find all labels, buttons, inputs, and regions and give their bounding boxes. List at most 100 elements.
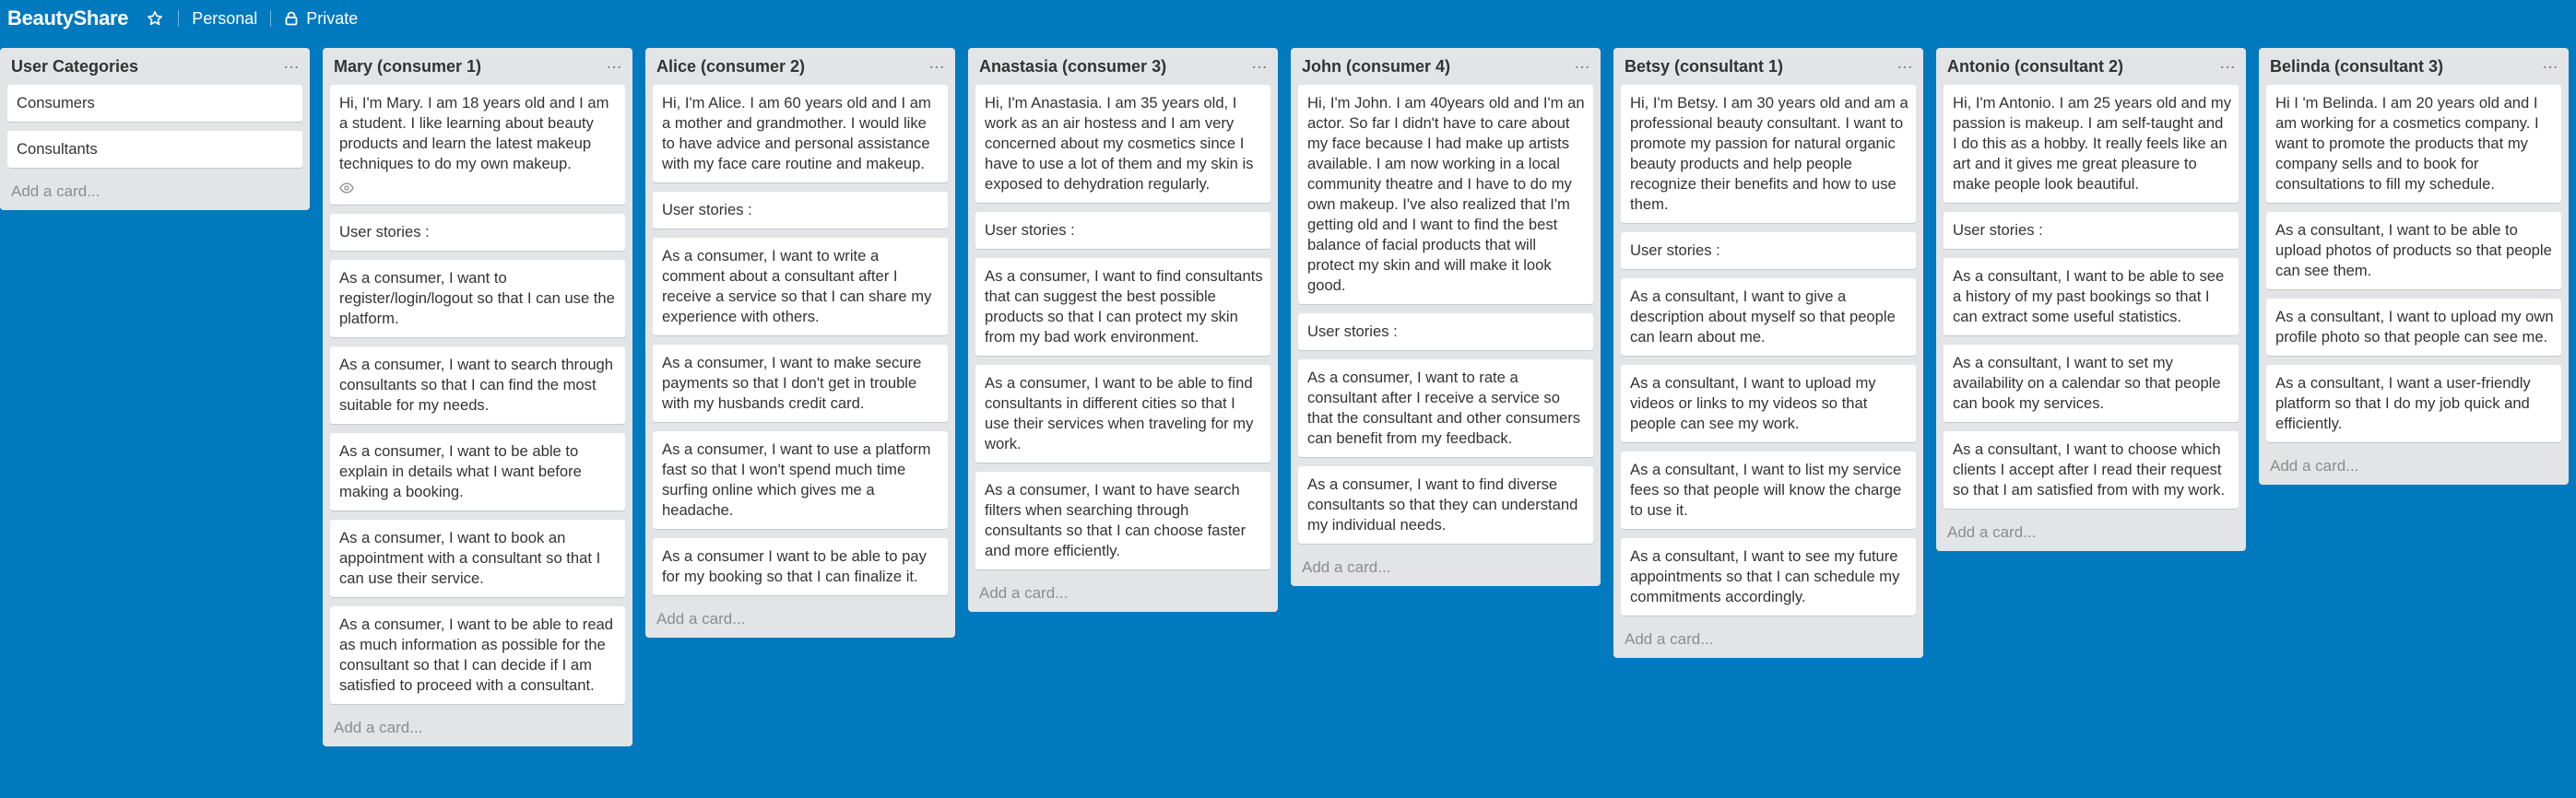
card-text: User stories : (1953, 221, 2043, 239)
card[interactable]: As a consultant, I want to give a descri… (1621, 278, 1916, 356)
list-title[interactable]: Alice (consumer 2) (656, 57, 805, 76)
card[interactable]: Hi, I'm Anastasia. I am 35 years old, I … (975, 85, 1270, 203)
card[interactable]: As a consultant, I want to upload my own… (2266, 299, 2561, 356)
lock-icon (285, 11, 298, 26)
card-text: As a consumer, I want to register/login/… (339, 269, 615, 327)
card[interactable]: Consumers (7, 85, 302, 122)
card-text: As a consultant, I want to set my availa… (1953, 354, 2221, 412)
list-title[interactable]: Anastasia (consumer 3) (979, 57, 1166, 76)
list-column: John (consumer 4) … Hi, I'm John. I am 40y… (1291, 48, 1601, 586)
board-title[interactable]: BeautyShare (7, 6, 129, 30)
add-card-button[interactable]: Add a card... (1944, 518, 2239, 544)
add-card-button[interactable]: Add a card... (975, 579, 1270, 604)
card[interactable]: As a consultant, I want to upload my vid… (1621, 365, 1916, 442)
add-card-button[interactable]: Add a card... (1621, 625, 1916, 651)
card[interactable]: As a consultant, I want to see my future… (1621, 538, 1916, 616)
list-title[interactable]: User Categories (11, 57, 138, 76)
visibility-button[interactable]: Private (284, 9, 358, 29)
card-text: User stories : (1307, 323, 1398, 340)
card-text: Hi, I'm Mary. I am 18 years old and I am… (339, 94, 609, 172)
card[interactable]: As a consumer, I want to have search fil… (975, 472, 1270, 569)
card-text: Hi, I'm Alice. I am 60 years old and I a… (662, 94, 931, 172)
card[interactable]: User stories : (975, 212, 1270, 249)
card[interactable]: Consultants (7, 131, 302, 168)
list-column: Mary (consumer 1) … Hi, I'm Mary. I am 18 … (323, 48, 632, 746)
card[interactable]: User stories : (1621, 232, 1916, 269)
card[interactable]: As a consultant, I want to be able to up… (2266, 212, 2561, 289)
card[interactable]: As a consultant, I want to choose which … (1944, 431, 2239, 509)
team-button[interactable]: Personal (192, 9, 257, 29)
list-title[interactable]: Betsy (consultant 1) (1625, 57, 1783, 76)
card[interactable]: User stories : (653, 192, 948, 229)
list-menu-icon[interactable]: … (1897, 54, 1914, 75)
add-card-button[interactable]: Add a card... (330, 713, 625, 739)
card[interactable]: As a consumer, I want to write a comment… (653, 238, 948, 335)
card[interactable]: As a consumer, I want to register/login/… (330, 260, 625, 337)
list-menu-icon[interactable]: … (2219, 54, 2237, 75)
card-text: As a consultant, I want to upload my own… (2275, 308, 2554, 346)
list-header: User Categories … (7, 48, 302, 85)
card-text: As a consumer, I want to be able to expl… (339, 442, 582, 500)
card[interactable]: As a consumer, I want to find consultant… (975, 258, 1270, 356)
add-card-button[interactable]: Add a card... (653, 604, 948, 630)
star-icon[interactable] (145, 8, 165, 29)
card[interactable]: Hi, I'm John. I am 40years old and I'm a… (1298, 85, 1593, 304)
card[interactable]: As a consumer, I want to be able to read… (330, 606, 625, 704)
list-title[interactable]: Mary (consumer 1) (334, 57, 481, 76)
card[interactable]: As a consumer, I want to book an appoint… (330, 520, 625, 597)
card-text: As a consumer, I want to search through … (339, 356, 614, 414)
card-text: User stories : (1630, 241, 1720, 259)
card[interactable]: As a consumer, I want to use a platform … (653, 431, 948, 529)
list-menu-icon[interactable]: … (283, 54, 301, 75)
card-text: As a consumer, I want to find consultant… (985, 267, 1263, 346)
card[interactable]: As a consultant, I want to be able to se… (1944, 258, 2239, 335)
card[interactable]: As a consultant, I want to list my servi… (1621, 452, 1916, 529)
list-title[interactable]: Belinda (consultant 3) (2270, 57, 2443, 76)
card[interactable]: As a consumer, I want to find diverse co… (1298, 466, 1593, 544)
add-card-button[interactable]: Add a card... (7, 177, 302, 203)
card[interactable]: As a consumer, I want to be able to expl… (330, 433, 625, 510)
card[interactable]: User stories : (330, 214, 625, 251)
card[interactable]: As a consultant, I want to set my availa… (1944, 345, 2239, 422)
card[interactable]: Hi, I'm Betsy. I am 30 years old and am … (1621, 85, 1916, 223)
card[interactable]: Hi I 'm Belinda. I am 20 years old and I… (2266, 85, 2561, 203)
card[interactable]: As a consumer, I want to rate a consulta… (1298, 359, 1593, 457)
list-header: Antonio (consultant 2) … (1944, 48, 2239, 85)
card-text: As a consumer, I want to book an appoint… (339, 529, 601, 587)
card[interactable]: Hi, I'm Antonio. I am 25 years old and m… (1944, 85, 2239, 203)
header-divider (270, 10, 272, 27)
list-menu-icon[interactable]: … (2542, 54, 2559, 75)
card[interactable]: As a consumer, I want to search through … (330, 346, 625, 424)
list-header: John (consumer 4) … (1298, 48, 1593, 85)
card-text: As a consultant, I want to list my servi… (1630, 461, 1902, 519)
card-text: As a consumer, I want to use a platform … (662, 440, 931, 519)
list-title[interactable]: John (consumer 4) (1302, 57, 1450, 76)
list-header: Betsy (consultant 1) … (1621, 48, 1916, 85)
list-column: Belinda (consultant 3) … Hi I 'm Belinda. … (2259, 48, 2569, 485)
card-text: User stories : (662, 201, 752, 218)
card-text: As a consumer I want to be able to pay f… (662, 547, 927, 585)
list-menu-icon[interactable]: … (928, 54, 946, 75)
list-menu-icon[interactable]: … (1574, 54, 1591, 75)
card[interactable]: User stories : (1944, 212, 2239, 249)
add-card-button[interactable]: Add a card... (1298, 553, 1593, 579)
list-menu-icon[interactable]: … (1251, 54, 1269, 75)
card[interactable]: Hi, I'm Alice. I am 60 years old and I a… (653, 85, 948, 182)
card-text: Hi, I'm Betsy. I am 30 years old and am … (1630, 94, 1908, 213)
card[interactable]: User stories : (1298, 313, 1593, 350)
list-menu-icon[interactable]: … (606, 54, 623, 75)
list-title[interactable]: Antonio (consultant 2) (1947, 57, 2123, 76)
card[interactable]: As a consultant, I want a user-friendly … (2266, 365, 2561, 442)
add-card-button[interactable]: Add a card... (2266, 452, 2561, 477)
card-text: Consumers (17, 94, 95, 111)
board-header: BeautyShare Personal Private (0, 0, 2576, 37)
list-column: Antonio (consultant 2) … Hi, I'm Antonio. … (1936, 48, 2246, 551)
card[interactable]: As a consumer I want to be able to pay f… (653, 538, 948, 595)
card-text: Hi, I'm Anastasia. I am 35 years old, I … (985, 94, 1254, 193)
card-text: As a consultant, I want to give a descri… (1630, 288, 1896, 346)
card[interactable]: As a consumer, I want to make secure pay… (653, 345, 948, 422)
card[interactable]: As a consumer, I want to be able to find… (975, 365, 1270, 463)
list-column: Betsy (consultant 1) … Hi, I'm Betsy. I am… (1613, 48, 1923, 658)
card[interactable]: Hi, I'm Mary. I am 18 years old and I am… (330, 85, 625, 205)
card-text: As a consumer, I want to have search fil… (985, 481, 1247, 559)
